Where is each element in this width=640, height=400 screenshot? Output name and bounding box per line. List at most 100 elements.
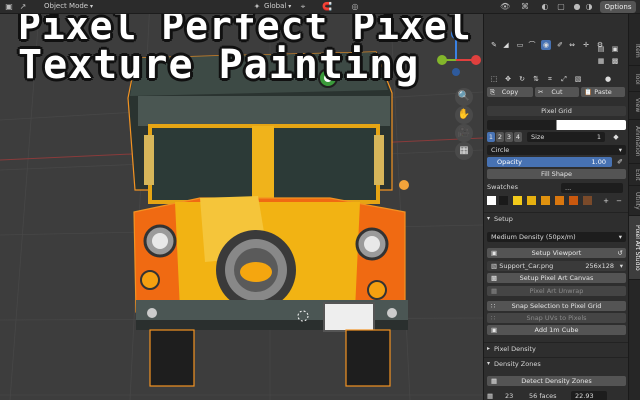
orientation-icon[interactable]: ✦ [252, 2, 262, 12]
perspective-toggle-button[interactable]: ▦ [455, 142, 473, 160]
swatch[interactable] [555, 196, 564, 205]
density-zone-item[interactable]: ▦ 23 56 faces 22.93 [487, 391, 626, 400]
pixel-art-unwrap-button[interactable]: ▦ Pixel Art Unwrap [487, 286, 626, 296]
transform-icon[interactable]: ✛ [581, 40, 591, 50]
xray-icon[interactable]: ▢ [556, 2, 566, 12]
scale-icon[interactable]: ⤢ [559, 74, 569, 84]
add-cube-button[interactable]: ▣ Add 1m Cube [487, 325, 626, 335]
camera-view-button[interactable]: 🎥 [455, 124, 473, 142]
flip-icon[interactable]: ⇅ [531, 74, 541, 84]
setup-viewport-button[interactable]: ▣ Setup Viewport ↺ [487, 248, 626, 258]
tab-item[interactable]: Item [629, 36, 640, 66]
cursor-icon[interactable]: ↗ [18, 2, 28, 12]
visibility-icon[interactable]: 👁 [500, 2, 510, 12]
swatches-row: Swatches ... [487, 182, 626, 193]
grid-icon: ▦ [459, 145, 469, 156]
size-preset-4[interactable]: 4 [514, 132, 522, 142]
paste-button[interactable]: 📋 Paste [581, 87, 625, 97]
shading-solid-icon[interactable]: ● [572, 2, 582, 12]
setup-canvas-label: Setup Pixel Art Canvas [519, 274, 594, 282]
swatch[interactable] [487, 196, 496, 205]
mode-dropdown[interactable]: Object Mode [44, 2, 93, 10]
swatch[interactable] [569, 196, 578, 205]
gizmo-toggle-icon[interactable]: ⌘ [520, 2, 530, 12]
proportional-edit-icon[interactable]: ◎ [350, 2, 360, 12]
move-icon[interactable]: ✥ [503, 74, 513, 84]
fill-icon[interactable]: ◢ [501, 40, 511, 50]
image-icon[interactable]: ▧ [573, 74, 583, 84]
zone-value[interactable]: 22.93 [571, 391, 607, 400]
swatch[interactable] [541, 196, 550, 205]
setup-section-header[interactable]: Setup [484, 212, 629, 225]
cube-icon[interactable]: ▣ [610, 44, 620, 54]
size-lock-icon[interactable]: ◆ [611, 132, 621, 142]
tab-tool[interactable]: Tool [629, 66, 640, 92]
tab-view[interactable]: View [629, 92, 640, 120]
tab-pixel-art-studio[interactable]: Pixel Art Studio [629, 216, 640, 280]
brush-selector[interactable]: Pixel Grid [487, 106, 626, 116]
color-picker-icon[interactable]: ✐ [555, 40, 565, 50]
select-box-icon[interactable]: ⬚ [489, 74, 499, 84]
opacity-label: Opacity [497, 158, 523, 166]
transform-orientation-dropdown[interactable]: Global [264, 2, 291, 10]
density-dropdown[interactable]: Medium Density (50px/m) ▾ [487, 232, 626, 242]
sidebar-tabs: Item Tool View Animation Edit Utility Pi… [628, 14, 640, 400]
selection-tools-row: ⬚ ✥ ↻ ⇅ ⌗ ⤢ ▧ ● [487, 74, 626, 85]
cut-button[interactable]: ✂ Cut [535, 87, 579, 97]
copy-button[interactable]: ⎘ Copy [487, 87, 533, 97]
rotate-icon[interactable]: ↻ [517, 74, 527, 84]
falloff-value: Circle [491, 146, 510, 154]
setup-canvas-button[interactable]: ▩ Setup Pixel Art Canvas [487, 273, 626, 283]
swatch[interactable] [513, 196, 522, 205]
pixel-density-section-header[interactable]: Pixel Density [484, 342, 629, 355]
detect-label: Detect Density Zones [521, 377, 592, 385]
tab-utility[interactable]: Utility [629, 186, 640, 216]
snap-icon[interactable]: 🧲 [322, 2, 332, 12]
editor-type-icon[interactable]: ▣ [4, 2, 14, 12]
swatches-dropdown[interactable]: ... [561, 183, 623, 193]
eye-icon[interactable]: ◉ [541, 40, 551, 50]
fill-shape-button[interactable]: Fill Shape [487, 169, 626, 179]
brush-icon[interactable]: ✎ [489, 40, 499, 50]
detect-density-zones-button[interactable]: ▦ Detect Density Zones [487, 376, 626, 386]
size-preset-1[interactable]: 1 [487, 132, 495, 142]
uv-icon[interactable]: ▦ [596, 56, 606, 66]
snap-selection-button[interactable]: ∷ Snap Selection to Pixel Grid [487, 301, 626, 311]
eyedropper-icon[interactable]: ✐ [615, 157, 625, 167]
texture-field[interactable]: ▧ Support_Car.png 256x128 ▾ [487, 261, 626, 271]
size-label: Size [531, 133, 545, 141]
pan-button[interactable]: ✋ [455, 106, 473, 124]
brush-color-bar[interactable] [487, 120, 626, 130]
zoom-button[interactable]: 🔍 [455, 88, 473, 106]
snap-selection-label: Snap Selection to Pixel Grid [511, 302, 602, 310]
remove-swatch-icon[interactable]: − [614, 196, 624, 206]
tab-animation[interactable]: Animation [629, 120, 640, 164]
options-button[interactable]: Options [600, 1, 636, 13]
3d-viewport[interactable]: 🔍 ✋ 🎥 ▦ Pixel Perfect Pixel Art Texture … [0, 0, 483, 400]
overlay-toggle-icon[interactable]: ◐ [540, 2, 550, 12]
size-preset-2[interactable]: 2 [496, 132, 504, 142]
tab-edit[interactable]: Edit [629, 164, 640, 186]
lasso-icon[interactable]: ⌒ [527, 40, 537, 50]
grid-settings-icon[interactable]: ▩ [610, 56, 620, 66]
swatch[interactable] [583, 196, 592, 205]
mirror-icon[interactable]: ⇔ [567, 40, 577, 50]
size-preset-3[interactable]: 3 [505, 132, 513, 142]
falloff-dropdown[interactable]: Circle ▾ [487, 145, 626, 155]
pivot-icon[interactable]: ⌖ [298, 2, 308, 12]
swatch[interactable] [527, 196, 536, 205]
camera-icon: 🎥 [457, 127, 471, 138]
copy-label: Copy [501, 88, 519, 96]
size-field[interactable]: Size 1 [527, 132, 605, 142]
density-zones-section-header[interactable]: Density Zones [484, 357, 629, 370]
crop-icon[interactable]: ⌗ [545, 74, 555, 84]
shading-material-icon[interactable]: ◑ [584, 2, 594, 12]
palette-icon[interactable]: ● [603, 74, 613, 84]
snap-uvs-button[interactable]: ∷ Snap UVs to Pixels [487, 313, 626, 323]
swatch[interactable] [499, 196, 508, 205]
add-swatch-icon[interactable]: + [601, 196, 611, 206]
eraser-icon[interactable]: ▭ [515, 40, 525, 50]
opacity-slider[interactable]: Opacity 1.00 [487, 157, 612, 167]
zone-faces: 56 faces [529, 392, 557, 400]
layers-icon[interactable]: ▤ [596, 44, 606, 54]
